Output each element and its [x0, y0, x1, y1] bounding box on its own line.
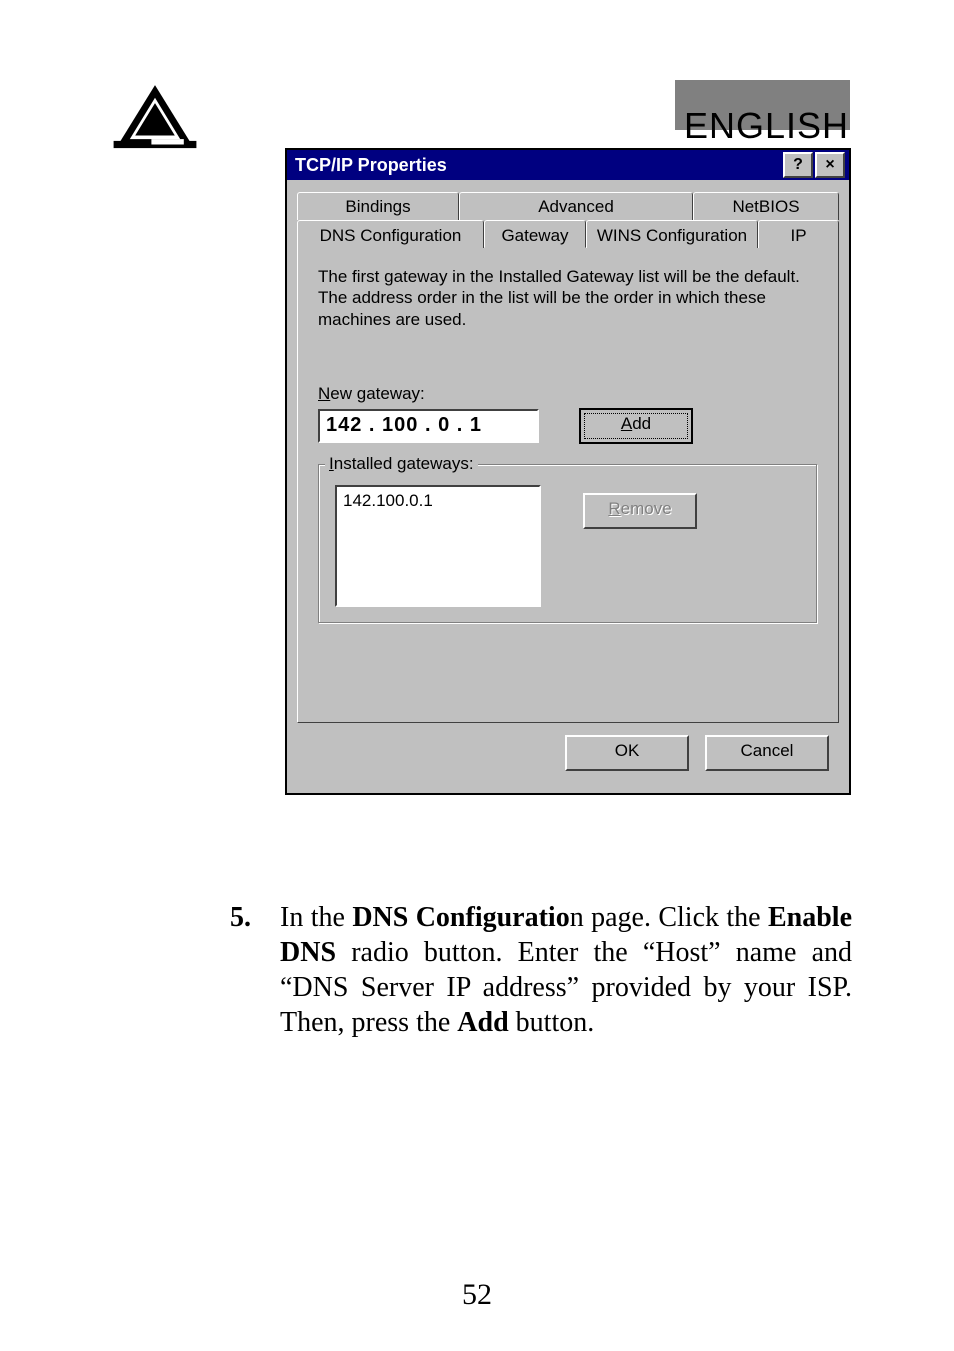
ok-button[interactable]: OK	[565, 735, 689, 771]
tab-dns-configuration[interactable]: DNS Configuration	[297, 220, 484, 248]
help-button[interactable]: ?	[783, 152, 813, 178]
gateway-info-text: The first gateway in the Installed Gatew…	[318, 266, 818, 330]
remove-button: Remove	[583, 493, 697, 529]
tab-ip-address[interactable]: IP Address	[758, 220, 839, 248]
tab-row-upper: Bindings Advanced NetBIOS	[297, 192, 839, 220]
gateway-tab-panel: The first gateway in the Installed Gatew…	[297, 248, 839, 723]
tab-gateway[interactable]: Gateway	[484, 220, 586, 248]
dialog-titlebar: TCP/IP Properties ? ×	[287, 150, 849, 180]
installed-gateways-group: Installed gateways: 142.100.0.1 Remove	[318, 464, 818, 624]
tab-bindings[interactable]: Bindings	[297, 192, 459, 220]
add-button[interactable]: Add	[579, 408, 693, 444]
tcpip-properties-dialog: TCP/IP Properties ? × Bindings Advanced …	[285, 148, 851, 795]
installed-gateways-label: Installed gateways:	[325, 454, 478, 474]
list-item[interactable]: 142.100.0.1	[343, 491, 533, 511]
language-label: ENGLISH	[684, 105, 849, 147]
instruction-step-5: 5. In the DNS Configuration page. Click …	[232, 900, 852, 1040]
new-gateway-label: New gateway:	[318, 384, 818, 404]
cancel-button[interactable]: Cancel	[705, 735, 829, 771]
page-number: 52	[0, 1278, 954, 1312]
tab-advanced[interactable]: Advanced	[459, 192, 693, 220]
tab-netbios[interactable]: NetBIOS	[693, 192, 839, 220]
installed-gateways-list[interactable]: 142.100.0.1	[335, 485, 541, 607]
step-number: 5.	[230, 900, 251, 935]
dialog-title: TCP/IP Properties	[295, 155, 447, 176]
close-button[interactable]: ×	[815, 152, 845, 178]
tab-wins-configuration[interactable]: WINS Configuration	[586, 220, 758, 248]
brand-logo-icon	[110, 80, 200, 155]
dialog-footer: OK Cancel	[297, 723, 839, 783]
tab-row-lower: DNS Configuration Gateway WINS Configura…	[297, 220, 839, 248]
new-gateway-input[interactable]: 142 . 100 . 0 . 1	[318, 409, 539, 443]
